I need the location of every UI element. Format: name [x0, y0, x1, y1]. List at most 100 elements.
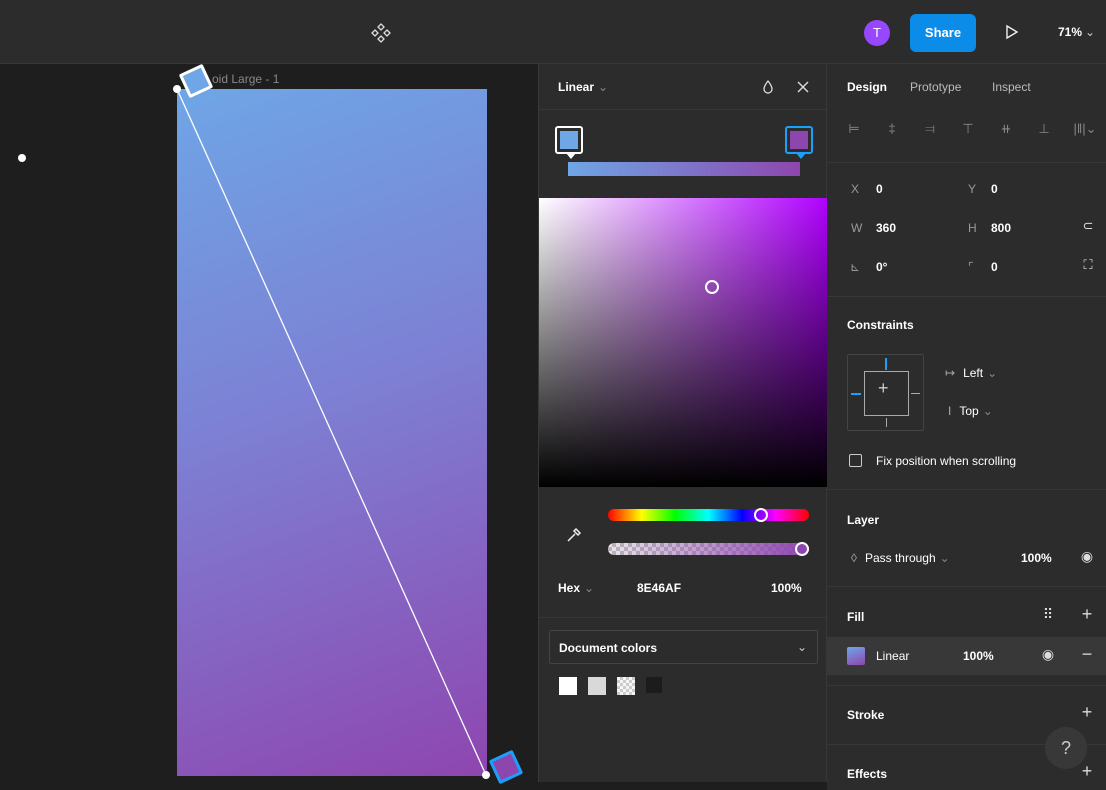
align-bottom-icon[interactable]: ⊥ [1035, 120, 1053, 138]
y-label: Y [968, 182, 977, 196]
hue-slider[interactable] [608, 509, 809, 521]
align-top-icon[interactable]: ⊤ [959, 120, 977, 138]
independent-corners-icon[interactable]: ⛶ [1080, 257, 1096, 273]
hex-input[interactable]: 8E46AF [637, 581, 681, 595]
chevron-down-icon: ⌄ [939, 551, 950, 565]
divider [827, 162, 1106, 163]
align-left-icon[interactable]: ⊨ [845, 120, 863, 138]
stroke-title: Stroke [847, 708, 885, 722]
gradient-bar[interactable] [568, 162, 800, 176]
constraints-title: Constraints [847, 318, 914, 332]
distribute-icon[interactable]: |‖|⌄ [1071, 120, 1099, 138]
y-input[interactable]: 0 [991, 182, 998, 196]
corner-radius-icon: ⌜ [968, 260, 974, 274]
divider [827, 489, 1106, 490]
fill-swatch[interactable] [847, 647, 865, 665]
gradient-start-point[interactable] [173, 85, 181, 93]
constraint-widget[interactable]: + [847, 354, 924, 431]
saturation-area[interactable] [539, 198, 828, 487]
opacity-slider-handle[interactable] [795, 542, 809, 556]
fix-position-label: Fix position when scrolling [876, 454, 1017, 468]
vertical-constraint-icon: I [948, 404, 952, 418]
gradient-start-stop-handle[interactable] [179, 64, 214, 99]
document-colors-label: Document colors [559, 641, 658, 655]
tab-inspect[interactable]: Inspect [992, 80, 1031, 94]
chevron-down-icon: ⌄ [584, 581, 595, 595]
add-fill-icon[interactable]: + [1079, 604, 1095, 625]
fill-type-dropdown[interactable]: Linear ⌄ [558, 80, 608, 94]
play-icon[interactable] [1004, 24, 1020, 40]
tab-design[interactable]: Design [847, 80, 887, 94]
gradient-handle-overlay [173, 64, 524, 785]
gradient-stop-start[interactable] [555, 126, 583, 159]
share-button[interactable]: Share [910, 14, 976, 52]
align-center-v-icon[interactable]: ⧺ [997, 120, 1015, 138]
horizontal-constraint-icon: ↦ [945, 366, 956, 380]
divider [827, 296, 1106, 297]
h-input[interactable]: 800 [991, 221, 1011, 235]
effects-title: Effects [847, 767, 888, 781]
x-label: X [851, 182, 860, 196]
blend-mode-value: Pass through [864, 551, 936, 565]
align-right-icon[interactable]: ⫤ [921, 120, 939, 138]
vertical-constraint-dropdown[interactable]: I Top ⌄ [948, 404, 993, 418]
gradient-stop-end[interactable] [785, 126, 813, 159]
fill-type-value: Linear [876, 649, 910, 663]
layer-opacity-input[interactable]: 100% [1021, 551, 1052, 565]
horizontal-constraint-dropdown[interactable]: ↦ Left ⌄ [945, 366, 997, 380]
w-label: W [851, 221, 863, 235]
eyedropper-icon[interactable] [565, 526, 583, 544]
layer-title: Layer [847, 513, 880, 527]
zoom-value: 71% [1058, 25, 1083, 39]
x-input[interactable]: 0 [876, 182, 883, 196]
constrain-proportions-icon[interactable]: ⊂ [1080, 218, 1096, 234]
constraint-bottom[interactable] [886, 418, 887, 427]
saturation-handle[interactable] [705, 280, 719, 294]
align-center-h-icon[interactable]: ‡ [883, 120, 901, 138]
color-mode-label: Hex [558, 581, 581, 595]
fill-title: Fill [847, 610, 865, 624]
chevron-down-icon: ⌄ [1085, 25, 1096, 39]
gradient-end-stop-handle[interactable] [489, 750, 524, 785]
constraint-left[interactable] [851, 393, 861, 395]
blend-mode-dropdown[interactable]: ◊ Pass through ⌄ [851, 551, 950, 565]
opacity-input[interactable]: 100% [771, 581, 802, 595]
remove-fill-icon[interactable]: − [1079, 644, 1095, 665]
chevron-down-icon: ⌄ [598, 80, 609, 94]
blend-drop-icon[interactable] [761, 79, 775, 95]
corner-radius-input[interactable]: 0 [991, 260, 998, 274]
zoom-dropdown[interactable]: 71% ⌄ [1058, 25, 1095, 39]
eye-icon[interactable]: ◉ [1040, 646, 1056, 663]
chevron-down-icon: ⌄ [987, 366, 998, 380]
fix-position-checkbox[interactable] [849, 454, 862, 467]
avatar[interactable]: T [864, 20, 890, 46]
tab-prototype[interactable]: Prototype [910, 80, 961, 94]
divider [539, 617, 828, 618]
color-picker-panel: Linear ⌄ Hex ⌄ 8E46AF 100% Document colors… [538, 64, 828, 782]
add-effect-icon[interactable]: + [1079, 761, 1095, 782]
divider [827, 586, 1106, 587]
rotation-icon: ⊾ [850, 260, 861, 274]
constraint-right[interactable] [911, 393, 920, 394]
w-input[interactable]: 360 [876, 221, 896, 235]
blend-drop-icon: ◊ [851, 551, 857, 565]
color-swatch[interactable] [559, 677, 577, 695]
gradient-end-point[interactable] [482, 771, 490, 779]
picker-header: Linear ⌄ [539, 64, 828, 110]
color-swatch[interactable] [646, 677, 662, 693]
add-stroke-icon[interactable]: + [1079, 702, 1095, 723]
color-swatch[interactable] [588, 677, 606, 695]
hue-slider-handle[interactable] [754, 508, 768, 522]
opacity-slider[interactable] [608, 543, 809, 555]
document-colors-dropdown[interactable]: Document colors ⌄ [549, 630, 818, 664]
constraint-top[interactable] [885, 358, 887, 370]
eye-icon[interactable]: ◉ [1079, 548, 1095, 565]
color-mode-dropdown[interactable]: Hex ⌄ [558, 581, 594, 595]
help-button[interactable]: ? [1045, 727, 1087, 769]
fill-row[interactable]: Linear 100% ◉ − [827, 637, 1106, 675]
rotation-input[interactable]: 0° [876, 260, 887, 274]
close-icon[interactable] [795, 79, 811, 95]
color-swatch[interactable] [617, 677, 635, 695]
style-grid-icon[interactable]: ⠿ [1040, 606, 1056, 623]
fill-opacity-input[interactable]: 100% [963, 649, 994, 663]
